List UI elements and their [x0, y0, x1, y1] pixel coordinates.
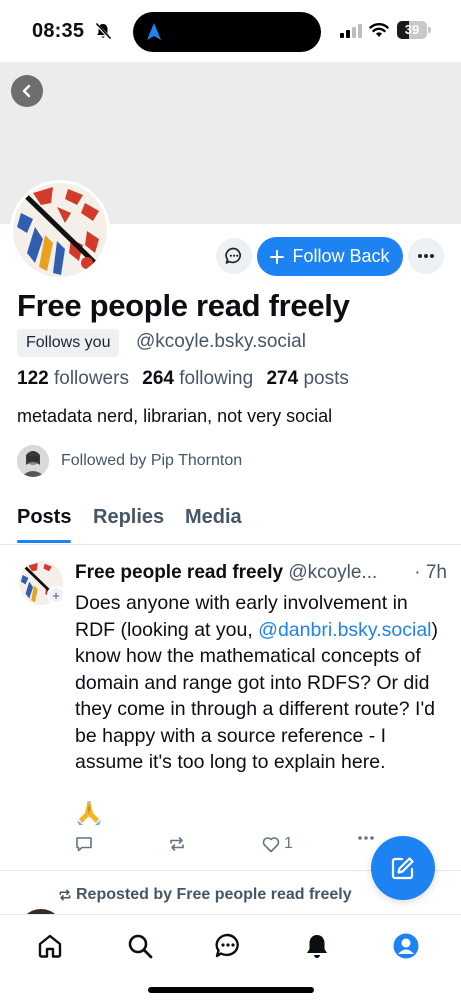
reply-bubble-icon [76, 837, 92, 852]
post-body: Does anyone with early involvement in RD… [75, 590, 453, 776]
post-author-name[interactable]: Free people read freely [75, 562, 283, 583]
repost-indicator[interactable]: Reposted by Free people read freely [58, 886, 352, 904]
tab-media[interactable]: Media [185, 506, 242, 529]
follower-avatar [17, 445, 49, 477]
profile-icon [393, 933, 419, 959]
followers-link[interactable]: 122 followers [17, 368, 129, 389]
bottom-navigation [0, 914, 461, 1000]
profile-handle: @kcoyle.bsky.social [136, 331, 306, 352]
feed-post[interactable]: + Free people read freely @kcoyle... · 7… [0, 546, 461, 871]
follow-back-label: Follow Back [292, 246, 390, 266]
following-link[interactable]: 264 following [142, 368, 253, 389]
posts-label: posts [303, 368, 349, 389]
nav-profile[interactable] [391, 931, 421, 961]
post-more-button[interactable] [357, 835, 375, 841]
post-actions: 1 [75, 835, 405, 857]
chat-bubble-icon [215, 933, 239, 958]
posts-count: 274 [266, 368, 299, 389]
status-bar: 08:35 39 [0, 0, 461, 62]
followers-count: 122 [17, 368, 49, 389]
heart-icon [262, 836, 280, 852]
profile-tabs: Posts Replies Media [0, 497, 461, 545]
post-text-end: ) know how the mathematical concepts of … [75, 618, 438, 774]
person-photo-image [17, 445, 49, 477]
active-tab-indicator [17, 540, 71, 543]
like-count: 1 [284, 835, 293, 852]
profile-display-name: Free people read freely [17, 288, 350, 323]
profile-avatar[interactable] [10, 180, 110, 280]
tab-posts[interactable]: Posts [17, 506, 71, 529]
nav-search[interactable] [125, 931, 155, 961]
posts-stat: 274 posts [266, 368, 348, 389]
cellular-signal-icon [340, 24, 362, 38]
tab-replies[interactable]: Replies [93, 506, 164, 529]
wifi-icon [369, 23, 389, 37]
followers-label: followers [53, 368, 129, 389]
navigation-arrow-icon [147, 23, 161, 40]
back-button[interactable] [11, 75, 43, 107]
nav-notifications[interactable] [302, 931, 332, 961]
post-author-handle: @kcoyle... [288, 562, 378, 583]
battery-level: 39 [404, 22, 420, 37]
ellipsis-icon [358, 836, 374, 840]
repost-icon [170, 837, 184, 851]
avatar-artwork-image [13, 183, 107, 277]
follow-plus-badge[interactable]: + [47, 586, 65, 604]
followed-by-row[interactable]: Followed by Pip Thornton [17, 444, 242, 478]
folded-hands-emoji [77, 800, 101, 825]
search-icon [128, 934, 153, 959]
post-mention-link[interactable]: @danbri.bsky.social [258, 619, 431, 641]
follow-back-button[interactable]: Follow Back [257, 237, 403, 276]
post-timestamp: · 7h [410, 562, 447, 584]
following-count: 264 [142, 368, 174, 389]
more-options-button[interactable] [408, 238, 444, 274]
bell-icon [307, 935, 327, 958]
home-icon [38, 934, 62, 958]
followed-by-text: Followed by Pip Thornton [61, 452, 243, 469]
chevron-left-icon [22, 84, 31, 98]
ellipsis-icon [418, 254, 434, 258]
dynamic-island [133, 12, 321, 52]
repost-icon [59, 889, 71, 901]
battery-indicator: 39 [397, 21, 431, 39]
follows-you-badge: Follows you [17, 329, 120, 357]
nav-messages[interactable] [213, 931, 243, 961]
home-indicator [148, 987, 314, 993]
compose-post-button[interactable] [371, 836, 435, 900]
plus-icon [270, 249, 285, 264]
bell-off-icon [94, 22, 112, 40]
compose-pencil-icon [391, 857, 414, 880]
following-label: following [179, 368, 254, 389]
profile-bio: metadata nerd, librarian, not very socia… [17, 406, 333, 426]
repost-indicator-text: Reposted by Free people read freely [76, 886, 352, 903]
profile-stats: 122 followers 264 following 274 posts [17, 368, 349, 390]
reply-button[interactable] [75, 835, 93, 853]
nav-home[interactable] [35, 931, 65, 961]
post-header: Free people read freely @kcoyle... · 7h [75, 562, 447, 584]
chat-bubble-icon [225, 247, 241, 264]
status-time: 08:35 [32, 20, 85, 42]
like-button[interactable]: 1 [262, 835, 293, 853]
repost-button[interactable] [168, 835, 186, 853]
message-button[interactable] [216, 238, 252, 274]
